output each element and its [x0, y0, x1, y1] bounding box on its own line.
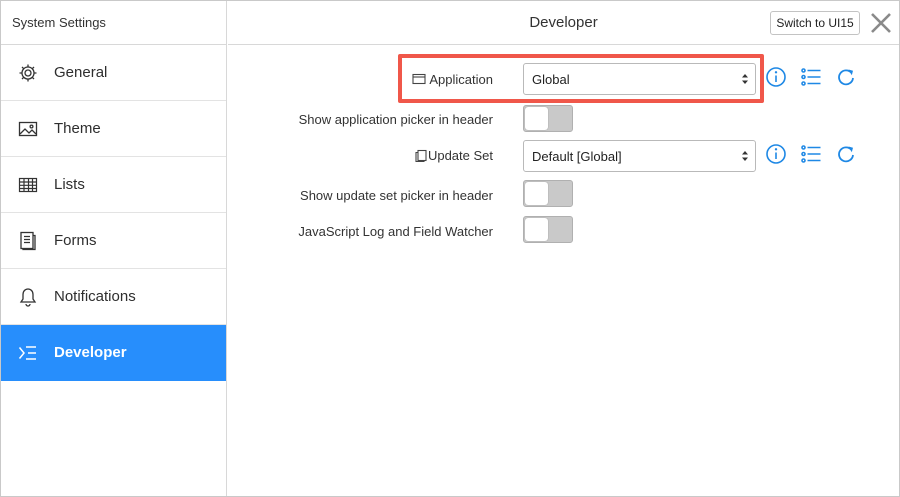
sidebar-item-label: Developer — [54, 344, 127, 361]
close-icon[interactable] — [868, 10, 894, 36]
sidebar-title: System Settings — [1, 1, 226, 45]
list-icon[interactable] — [800, 66, 822, 88]
sidebar: System Settings General Theme Lists Form… — [1, 1, 227, 496]
main-header: Developer Switch to UI15 — [228, 1, 899, 45]
application-select[interactable]: Global — [523, 63, 756, 95]
select-arrows-icon — [741, 71, 749, 87]
sidebar-item-label: General — [54, 64, 108, 81]
sidebar-item-forms[interactable]: Forms — [1, 213, 226, 269]
image-icon — [17, 118, 39, 140]
toggle-knob — [525, 107, 548, 130]
show-app-picker-toggle[interactable] — [523, 105, 573, 132]
application-select-value: Global — [532, 72, 570, 87]
js-log-label: JavaScript Log and Field Watcher — [298, 224, 493, 239]
sidebar-item-lists[interactable]: Lists — [1, 157, 226, 213]
sidebar-item-theme[interactable]: Theme — [1, 101, 226, 157]
update-set-select-value: Default [Global] — [532, 149, 622, 164]
refresh-icon[interactable] — [835, 143, 857, 165]
refresh-icon[interactable] — [835, 66, 857, 88]
table-icon — [17, 174, 39, 196]
toggle-knob — [525, 182, 548, 205]
gear-icon — [17, 62, 39, 84]
list-icon[interactable] — [800, 143, 822, 165]
show-update-set-picker-label: Show update set picker in header — [300, 188, 493, 203]
info-icon[interactable] — [765, 66, 787, 88]
show-update-set-picker-toggle[interactable] — [523, 180, 573, 207]
update-set-label: Update Set — [427, 148, 493, 163]
bell-icon — [17, 286, 39, 308]
application-label: Application — [429, 72, 493, 87]
switch-ui-button[interactable]: Switch to UI15 — [770, 11, 860, 35]
toggle-knob — [525, 218, 548, 241]
sidebar-item-notifications[interactable]: Notifications — [1, 269, 226, 325]
select-arrows-icon — [741, 148, 749, 164]
update-set-select[interactable]: Default [Global] — [523, 140, 756, 172]
sidebar-item-developer[interactable]: Developer — [1, 325, 226, 381]
info-icon[interactable] — [765, 143, 787, 165]
developer-icon — [17, 342, 39, 364]
settings-window: System Settings General Theme Lists Form… — [0, 0, 900, 497]
js-log-toggle[interactable] — [523, 216, 573, 243]
sidebar-item-label: Theme — [54, 120, 101, 137]
sidebar-item-label: Lists — [54, 176, 85, 193]
sidebar-item-general[interactable]: General — [1, 45, 226, 101]
form-icon — [17, 230, 39, 252]
show-app-picker-label: Show application picker in header — [298, 112, 493, 127]
sidebar-item-label: Notifications — [54, 288, 136, 305]
sidebar-item-label: Forms — [54, 232, 97, 249]
